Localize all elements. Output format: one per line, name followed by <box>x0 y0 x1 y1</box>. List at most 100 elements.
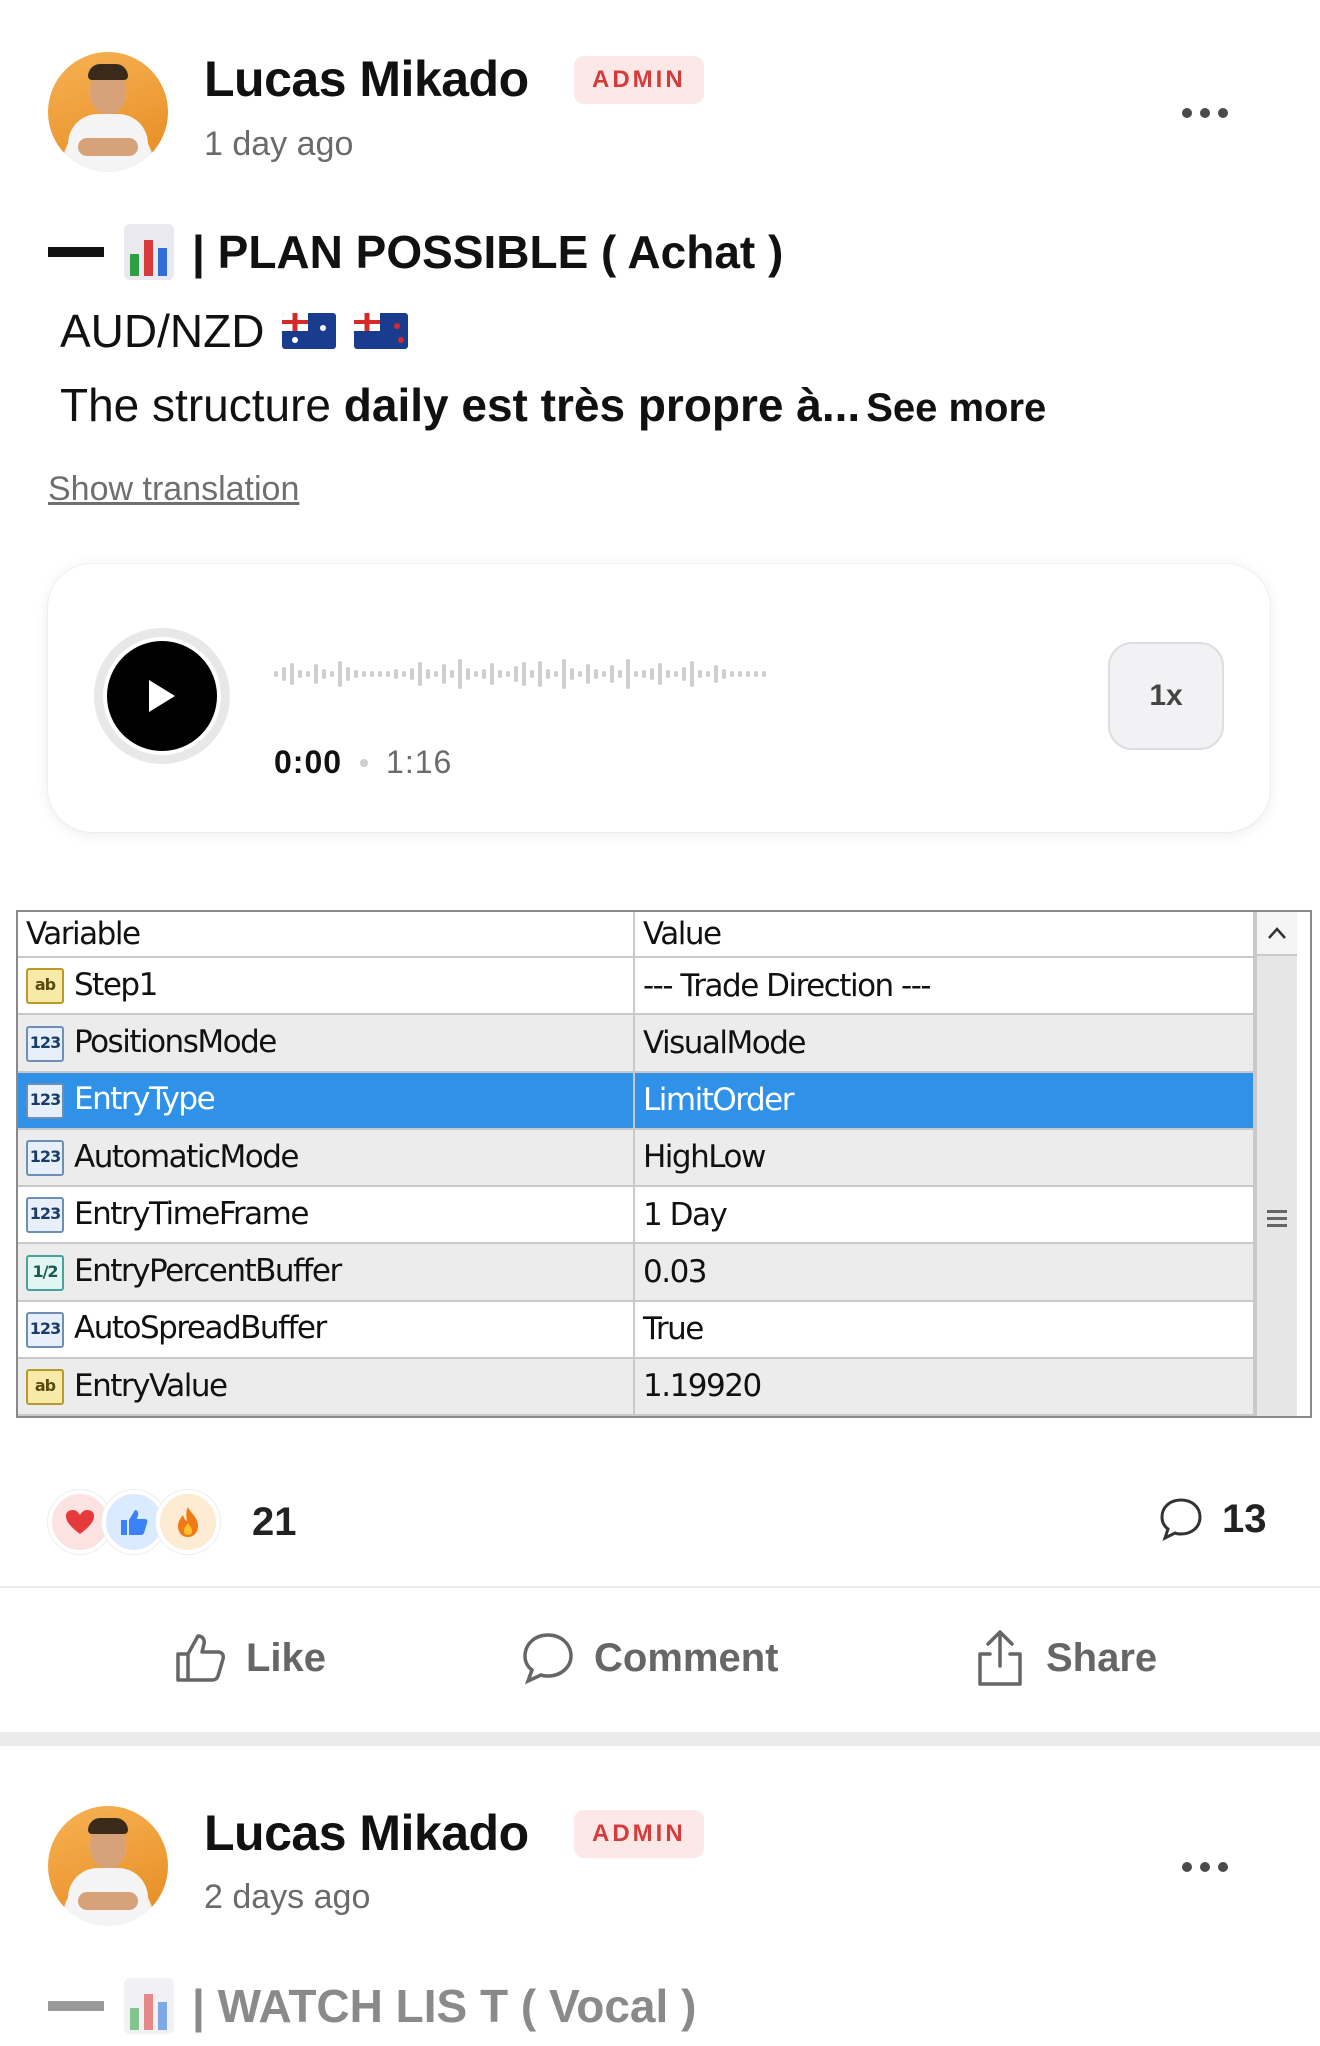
scroll-grip-icon[interactable] <box>1267 1210 1287 1231</box>
parameters-screenshot: Variable Value ab Step1 --- Trade Directio… <box>16 910 1312 1418</box>
parameter-row[interactable]: 123 EntryTimeFrame 1 Day <box>18 1186 1255 1245</box>
current-time: 0:00 <box>274 744 343 780</box>
waveform-bar <box>666 670 670 678</box>
parameter-row[interactable]: ab Step1 --- Trade Direction --- <box>18 957 1255 1016</box>
more-options-icon[interactable] <box>1182 108 1228 118</box>
avatar[interactable] <box>48 52 168 172</box>
parameter-variable-cell: 123 PositionsMode <box>18 1014 635 1073</box>
play-button[interactable] <box>94 628 230 764</box>
parameter-row[interactable]: 123 AutoSpreadBuffer True <box>18 1300 1255 1359</box>
waveform-bar <box>730 671 734 677</box>
avatar[interactable] <box>48 1806 168 1926</box>
share-button[interactable]: Share <box>972 1628 1157 1688</box>
waveform-bar <box>578 671 582 677</box>
excerpt-bold: daily est très propre à... <box>343 379 861 431</box>
waveform-bar <box>570 668 574 680</box>
comment-icon <box>523 1633 573 1685</box>
waveform-bar <box>346 667 350 681</box>
waveform-bar <box>626 659 630 689</box>
string-type-icon: ab <box>26 968 64 1005</box>
waveform-bar <box>362 671 366 677</box>
scrollbar[interactable] <box>1255 912 1297 1416</box>
waveform-bar <box>554 671 558 677</box>
waveform-bar <box>762 671 766 677</box>
waveform-bar <box>410 668 414 680</box>
see-more-link[interactable]: See more <box>866 386 1046 430</box>
parameter-variable-name: EntryTimeFrame <box>74 1195 309 1232</box>
post-title: | WATCH LIS T ( Vocal ) <box>48 1978 696 2034</box>
double-type-icon: 1/2 <box>26 1254 64 1291</box>
waveform-bar <box>634 671 638 677</box>
reaction-count: 21 <box>252 1499 297 1544</box>
new-zealand-flag-icon <box>354 313 409 349</box>
waveform-bar <box>354 670 358 678</box>
play-icon <box>149 680 175 712</box>
waveform-bar <box>402 671 406 677</box>
playback-speed-button[interactable]: 1x <box>1108 642 1224 750</box>
scroll-up-icon[interactable] <box>1257 912 1297 956</box>
parameter-row[interactable]: 123 EntryType LimitOrder <box>18 1071 1255 1130</box>
parameter-variable-name: AutoSpreadBuffer <box>74 1310 327 1347</box>
waveform-bar <box>610 665 614 683</box>
parameter-variable-cell: 123 AutomaticMode <box>18 1128 635 1188</box>
waveform-bar <box>290 663 294 685</box>
like-label: Like <box>246 1635 327 1680</box>
post-excerpt: The structure daily est très propre à...… <box>60 378 1046 432</box>
waveform-bar <box>370 671 374 677</box>
reactions-summary[interactable]: 21 <box>48 1490 297 1554</box>
integer-type-icon: 123 <box>26 1311 64 1348</box>
string-type-icon: ab <box>26 1369 64 1406</box>
author-name[interactable]: Lucas Mikado <box>204 50 529 108</box>
parameter-row[interactable]: 123 PositionsMode VisualMode <box>18 1014 1255 1073</box>
waveform-bar <box>674 671 678 677</box>
dash-icon <box>48 247 104 257</box>
parameter-row[interactable]: ab EntryValue 1.19920 <box>18 1357 1255 1416</box>
column-header-variable: Variable <box>18 912 635 958</box>
fire-reaction-icon <box>156 1490 220 1554</box>
waveform-bar <box>482 669 486 679</box>
waveform-bar <box>442 664 446 684</box>
more-options-icon[interactable] <box>1182 1862 1228 1872</box>
audio-player: 0:00 1:16 1x <box>48 564 1270 832</box>
waveform-bar <box>506 671 510 677</box>
parameter-row[interactable]: 123 AutomaticMode HighLow <box>18 1128 1255 1188</box>
parameter-value-cell: True <box>634 1300 1255 1359</box>
waveform-bar <box>498 670 502 678</box>
audio-waveform[interactable] <box>274 654 1074 694</box>
parameter-value-cell: --- Trade Direction --- <box>634 957 1255 1016</box>
bar-chart-icon <box>124 224 174 280</box>
parameter-value-cell: 1 Day <box>634 1186 1255 1245</box>
comment-count: 13 <box>1222 1496 1267 1541</box>
waveform-bar <box>338 661 342 687</box>
parameters-table: Variable Value ab Step1 --- Trade Directio… <box>18 912 1255 1416</box>
waveform-bar <box>658 663 662 685</box>
parameter-variable-cell: ab EntryValue <box>18 1357 635 1416</box>
thumbs-up-icon <box>176 1634 225 1682</box>
waveform-bar <box>586 664 590 684</box>
parameter-value-cell: HighLow <box>634 1128 1255 1188</box>
separator-dot <box>360 758 369 767</box>
waveform-bar <box>602 671 606 677</box>
author-name[interactable]: Lucas Mikado <box>204 1804 529 1862</box>
comment-button[interactable]: Comment <box>520 1630 778 1686</box>
dash-icon <box>48 2001 104 2011</box>
share-icon <box>978 1630 1022 1686</box>
comments-summary[interactable]: 13 <box>1158 1496 1267 1542</box>
parameter-variable-name: EntryPercentBuffer <box>74 1253 342 1290</box>
integer-type-icon: 123 <box>26 1082 64 1119</box>
waveform-bar <box>274 671 278 677</box>
waveform-bar <box>490 663 494 685</box>
waveform-bar <box>746 671 750 677</box>
duration: 1:16 <box>386 744 453 780</box>
parameter-value-cell: 1.19920 <box>634 1357 1255 1416</box>
show-translation-link[interactable]: Show translation <box>48 470 299 509</box>
waveform-bar <box>298 670 302 678</box>
post-title: | PLAN POSSIBLE ( Achat ) <box>48 224 783 280</box>
like-button[interactable]: Like <box>172 1630 326 1686</box>
parameter-variable-name: EntryValue <box>74 1367 228 1404</box>
waveform-bar <box>538 661 542 687</box>
waveform-bar <box>378 671 382 677</box>
parameter-row[interactable]: 1/2 EntryPercentBuffer 0.03 <box>18 1243 1255 1302</box>
waveform-bar <box>450 670 454 678</box>
parameter-variable-cell: ab Step1 <box>18 957 635 1016</box>
